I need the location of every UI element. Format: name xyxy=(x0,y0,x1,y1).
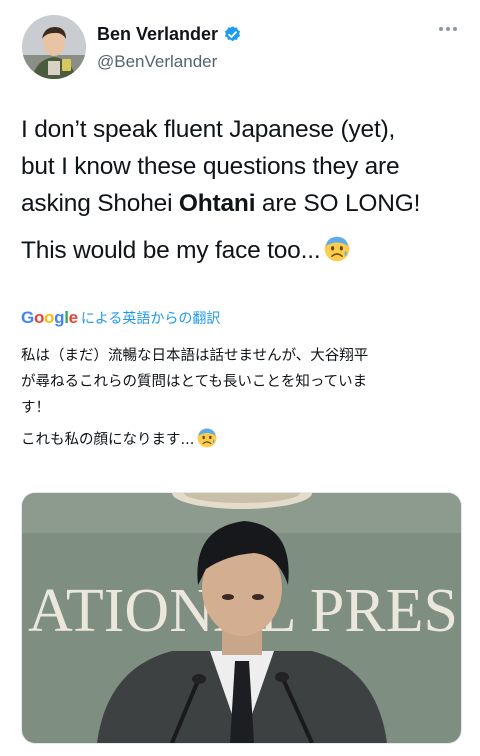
translated-line-3: す！ xyxy=(21,400,50,416)
google-letter: g xyxy=(54,308,65,327)
translation-label[interactable]: による英語からの翻訳 xyxy=(81,308,221,328)
translated-paragraph-1: 私は（まだ）流暢な日本語は話せませんが、大谷翔平 が尋ねるこれらの質問はとても長… xyxy=(21,343,461,421)
translated-paragraph-2: これも私の顔になります... xyxy=(21,427,461,453)
tweet-media-photo[interactable]: ATIONAL PRES xyxy=(21,492,462,744)
tweet-line-1: I don’t speak fluent Japanese (yet), xyxy=(21,116,396,143)
press-conference-photo: ATIONAL PRES xyxy=(22,493,461,743)
verified-badge-icon xyxy=(225,26,241,42)
author-name-row[interactable]: Ben Verlander xyxy=(97,24,242,45)
translated-line-2: が尋ねるこれらの質問はとても長いことを知っていま xyxy=(21,374,368,390)
tweet-paragraph-1: I don’t speak fluent Japanese (yet), but… xyxy=(21,111,466,222)
author-handle[interactable]: @BenVerlander xyxy=(97,52,217,72)
translated-line-1: 私は（まだ）流暢な日本語は話せませんが、大谷翔平 xyxy=(21,348,369,364)
google-letter: G xyxy=(21,308,34,327)
tweet-paragraph-2: This would be my face too... xyxy=(21,232,466,269)
anxious-face-emoji xyxy=(325,236,350,262)
tweet-line-4: This would be my face too... xyxy=(21,237,321,264)
translated-line-4: これも私の顔になります... xyxy=(21,432,195,448)
anxious-face-emoji xyxy=(197,428,217,448)
tweet-line-2: but I know these questions they are xyxy=(21,153,400,180)
google-letter: o xyxy=(33,308,45,327)
google-logo: Google xyxy=(21,308,78,328)
tweet-line-3-start: asking Shohei xyxy=(21,190,179,217)
translated-text: 私は（まだ）流暢な日本語は話せませんが、大谷翔平 が尋ねるこれらの質問はとても長… xyxy=(21,343,461,453)
google-letter: e xyxy=(68,308,78,327)
avatar[interactable] xyxy=(22,15,86,79)
translation-attribution[interactable]: Google による英語からの翻訳 xyxy=(21,308,220,328)
tweet-bold-name: Ohtani xyxy=(178,190,256,217)
tweet-text: I don’t speak fluent Japanese (yet), but… xyxy=(21,111,466,269)
google-letter: o xyxy=(44,308,55,327)
tweet-line-3-end: are SO LONG! xyxy=(255,190,421,217)
more-options-icon[interactable] xyxy=(438,26,458,32)
display-name[interactable]: Ben Verlander xyxy=(97,24,218,45)
